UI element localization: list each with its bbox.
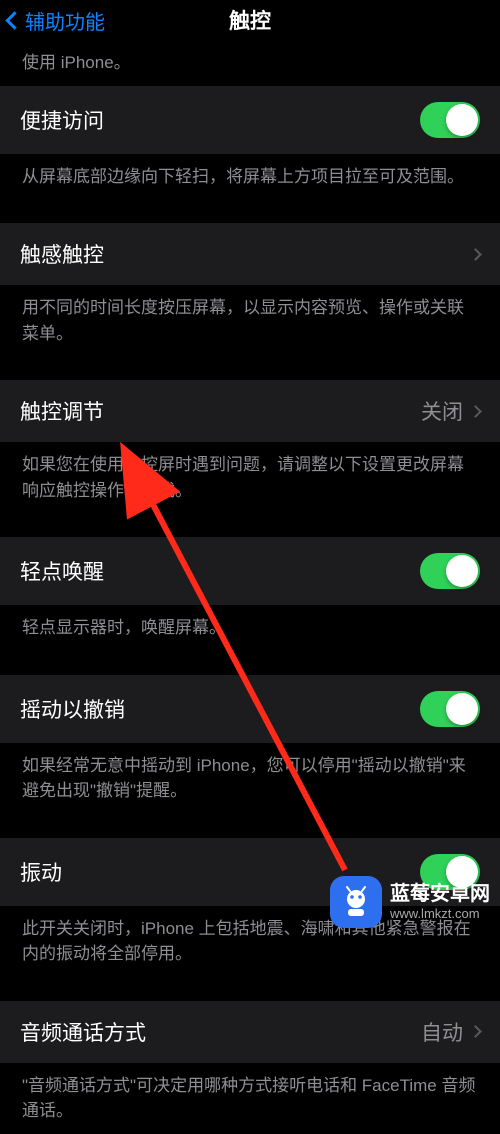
navigation-bar: 辅助功能 触控: [0, 0, 500, 40]
row-label: 振动: [20, 857, 62, 887]
watermark: 蓝莓安卓网 www.lmkzt.com: [330, 876, 490, 928]
section-footer: 轻点显示器时，唤醒屏幕。: [0, 605, 500, 651]
row-accessory: 关闭: [421, 396, 480, 426]
chevron-right-icon: [469, 248, 482, 261]
chevron-left-icon: [5, 11, 23, 29]
section-tap-to-wake: 轻点唤醒 轻点显示器时，唤醒屏幕。: [0, 537, 500, 651]
back-button[interactable]: 辅助功能: [8, 6, 105, 35]
row-haptic-touch[interactable]: 触感触控: [0, 223, 500, 285]
section-shake-to-undo: 摇动以撤销 如果经常无意中摇动到 iPhone，您可以停用"摇动以撤销"来避免出…: [0, 675, 500, 814]
row-label: 触感触控: [20, 239, 104, 269]
toggle-switch[interactable]: [420, 102, 480, 138]
section-footer: "音频通话方式"可决定用哪种方式接听电话和 FaceTime 音频通话。: [0, 1063, 500, 1134]
toggle-switch[interactable]: [420, 553, 480, 589]
section-footer: 如果经常无意中摇动到 iPhone，您可以停用"摇动以撤销"来避免出现"撤销"提…: [0, 743, 500, 814]
settings-content: 使用 iPhone。 便捷访问 从屏幕底部边缘向下轻扫，将屏幕上方项目拉至可及范…: [0, 40, 500, 1134]
watermark-logo-icon: [330, 876, 382, 928]
row-tap-to-wake[interactable]: 轻点唤醒: [0, 537, 500, 605]
row-shake-to-undo[interactable]: 摇动以撤销: [0, 675, 500, 743]
watermark-name: 蓝莓安卓网: [390, 882, 490, 906]
section-reachability: 便捷访问 从屏幕底部边缘向下轻扫，将屏幕上方项目拉至可及范围。: [0, 86, 500, 200]
section-call-audio-routing: 音频通话方式 自动 "音频通话方式"可决定用哪种方式接听电话和 FaceTime…: [0, 1001, 500, 1134]
row-label: 轻点唤醒: [20, 556, 104, 586]
row-accessory: [471, 250, 480, 259]
section-footer: 用不同的时间长度按压屏幕，以显示内容预览、操作或关联菜单。: [0, 285, 500, 356]
row-label: 便捷访问: [20, 105, 104, 135]
section-haptic-touch: 触感触控 用不同的时间长度按压屏幕，以显示内容预览、操作或关联菜单。: [0, 223, 500, 356]
back-label: 辅助功能: [25, 6, 105, 35]
section-touch-accommodations: 触控调节 关闭 如果您在使用触控屏时遇到问题，请调整以下设置更改屏幕响应触控操作…: [0, 380, 500, 513]
chevron-right-icon: [469, 405, 482, 418]
chevron-right-icon: [469, 1025, 482, 1038]
section-footer: 从屏幕底部边缘向下轻扫，将屏幕上方项目拉至可及范围。: [0, 154, 500, 200]
row-value: 关闭: [421, 396, 463, 426]
row-label: 摇动以撤销: [20, 694, 125, 724]
row-accessory: 自动: [421, 1017, 480, 1047]
section-footer: 如果您在使用触控屏时遇到问题，请调整以下设置更改屏幕响应触控操作的方式。: [0, 442, 500, 513]
row-label: 音频通话方式: [20, 1017, 146, 1047]
watermark-text: 蓝莓安卓网 www.lmkzt.com: [390, 882, 490, 922]
row-value: 自动: [421, 1017, 463, 1047]
page-title: 触控: [229, 5, 271, 35]
row-call-audio-routing[interactable]: 音频通话方式 自动: [0, 1001, 500, 1063]
watermark-url: www.lmkzt.com: [390, 906, 490, 922]
toggle-switch[interactable]: [420, 691, 480, 727]
section-footer-top: 使用 iPhone。: [0, 40, 500, 86]
row-touch-accommodations[interactable]: 触控调节 关闭: [0, 380, 500, 442]
row-label: 触控调节: [20, 396, 104, 426]
row-reachability[interactable]: 便捷访问: [0, 86, 500, 154]
